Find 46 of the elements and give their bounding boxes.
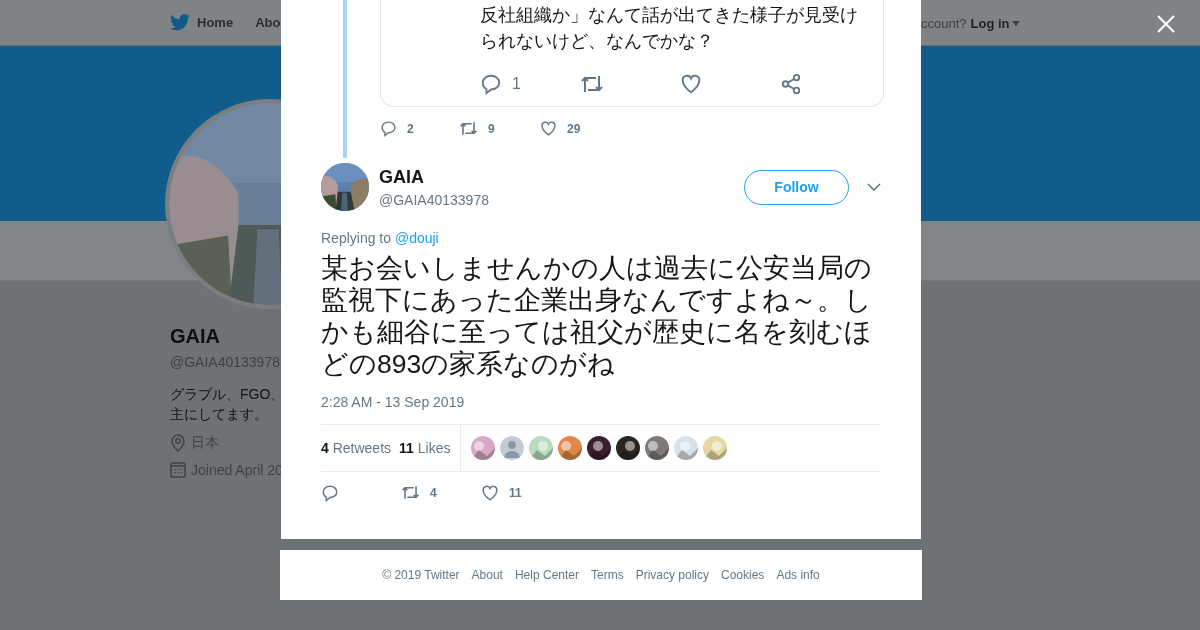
location-icon: [170, 434, 186, 452]
retweet-count: 4: [430, 485, 437, 500]
tweet-text: 某お会いしませんかの人は過去に公安当局の監視下にあった企業出身なんですよね～。しかも細谷に至っては祖父が歴史に名を刻むほどの893の家系なのがね: [321, 252, 873, 380]
signup-prompt: ccount?: [921, 15, 967, 31]
footer-link[interactable]: Help Center: [514, 568, 579, 582]
retweet-count: 9: [488, 121, 495, 136]
reply-icon[interactable]: [480, 73, 502, 95]
footer-link[interactable]: Ads info: [776, 568, 820, 582]
close-icon[interactable]: [1157, 15, 1175, 33]
reply-count: 2: [407, 121, 414, 136]
footer-link[interactable]: © 2019 Twitter: [382, 568, 460, 582]
tweet-timestamp: 2:28 AM - 13 Sep 2019: [321, 394, 466, 410]
footer-link[interactable]: Cookies: [721, 568, 765, 582]
footer-link[interactable]: Terms: [591, 568, 624, 582]
reply-count: 1: [512, 75, 521, 93]
like-count: 29: [567, 121, 581, 136]
default-avatar-icon[interactable]: [500, 436, 525, 460]
bird-icon: [170, 14, 190, 31]
like-stat[interactable]: 11 Likes: [399, 440, 451, 456]
profile-name: GAIA: [170, 325, 221, 348]
footer-link[interactable]: About: [471, 568, 503, 582]
author-name: GAIA: [379, 166, 425, 188]
follow-button[interactable]: Follow: [744, 169, 849, 205]
heart-icon[interactable]: [680, 73, 702, 95]
quoted-tweet-card[interactable]: 反社組織か」なんて話が出てきた様子が見受けられないけど、なんでかな？ 1: [380, 0, 884, 107]
retweet-icon[interactable]: [459, 119, 478, 138]
calendar-icon: [170, 462, 186, 478]
author-handle: @GAIA40133978: [379, 191, 490, 208]
nav-link[interactable]: Abo: [255, 15, 281, 30]
caret-icon: [1011, 20, 1020, 26]
heart-icon[interactable]: [481, 483, 499, 502]
share-icon[interactable]: [780, 73, 802, 95]
footer-link[interactable]: Privacy policy: [635, 568, 709, 582]
chevron-down-icon[interactable]: [867, 183, 881, 191]
heart-icon[interactable]: [540, 120, 557, 137]
reply-icon[interactable]: [321, 483, 339, 502]
replying-to-text: Replying to @douji: [321, 230, 440, 246]
profile-bio: グラブル、FGO、主にしてます。: [170, 385, 286, 424]
quoted-tweet-text: 反社組織か」なんて話が出てきた様子が見受けられないけど、なんでかな？: [480, 4, 859, 53]
retweet-stat[interactable]: 4 Retweets: [321, 440, 392, 456]
nav-link[interactable]: Home: [170, 14, 234, 31]
login-link[interactable]: Log in: [970, 15, 1020, 31]
reply-icon[interactable]: [380, 120, 397, 137]
mention-link[interactable]: @douji: [394, 230, 439, 246]
retweet-icon[interactable]: [401, 483, 420, 502]
like-count: 11: [509, 485, 522, 500]
